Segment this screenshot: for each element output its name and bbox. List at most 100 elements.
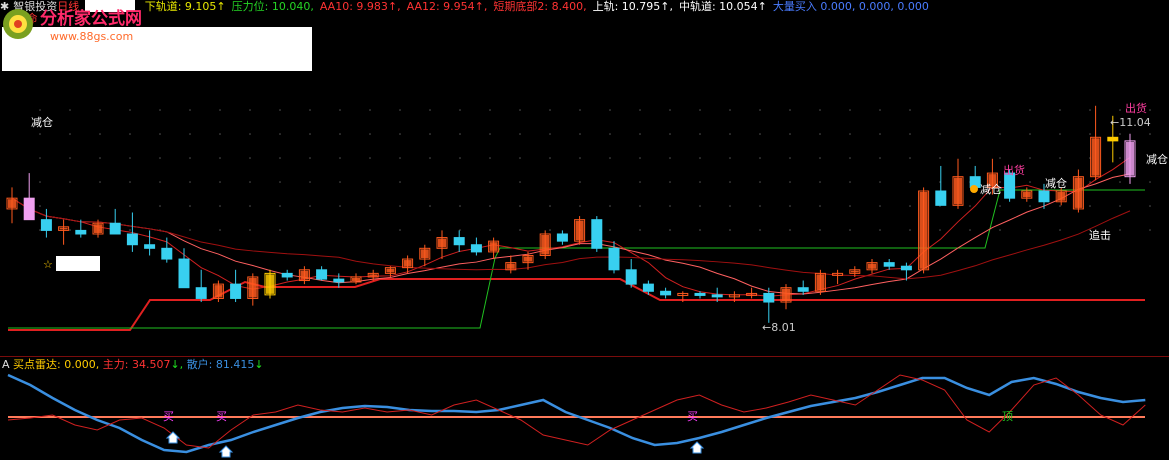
grid-dot xyxy=(489,181,491,183)
grid-dot xyxy=(489,229,491,231)
candle-body xyxy=(935,190,947,206)
grid-dot xyxy=(999,157,1001,159)
grid-dot xyxy=(909,157,911,159)
grid-dot xyxy=(729,133,731,135)
grid-dot xyxy=(879,181,881,183)
candle-fill xyxy=(352,277,360,281)
candle-body xyxy=(763,292,775,303)
grid-dot xyxy=(699,181,701,183)
grid-dot xyxy=(39,157,41,159)
candle-body xyxy=(333,278,345,283)
grid-dot xyxy=(969,109,971,111)
grid-dot xyxy=(579,205,581,207)
grid-dot xyxy=(609,205,611,207)
buy-point-icon xyxy=(218,445,234,458)
grid-dot xyxy=(1089,109,1091,111)
price-low-label: ←8.01 xyxy=(762,321,796,334)
candle-body xyxy=(144,244,156,249)
grid-dot xyxy=(909,133,911,135)
grid-dot xyxy=(429,133,431,135)
grid-dot xyxy=(399,181,401,183)
grid-dot xyxy=(39,205,41,207)
candle-body xyxy=(694,292,706,296)
grid-dot xyxy=(609,157,611,159)
grid-dot xyxy=(879,157,881,159)
grid-dot xyxy=(219,229,221,231)
candle-fill xyxy=(8,199,16,208)
grid-dot xyxy=(639,109,641,111)
candle-body xyxy=(711,294,723,298)
grid-dot xyxy=(789,229,791,231)
grid-dot xyxy=(399,157,401,159)
grid-dot xyxy=(849,205,851,207)
grid-dot xyxy=(339,181,341,183)
grid-dot xyxy=(759,205,761,207)
candle-body xyxy=(1107,136,1119,142)
grid-dot xyxy=(279,109,281,111)
grid-dot xyxy=(309,181,311,183)
grid-dot xyxy=(879,109,881,111)
reduce-left-label: 减仓 xyxy=(31,116,53,129)
grid-dot xyxy=(459,109,461,111)
grid-dot xyxy=(549,205,551,207)
grid-dot xyxy=(339,109,341,111)
candle-fill xyxy=(420,249,429,259)
grid-dot xyxy=(669,109,671,111)
grid-dot xyxy=(489,109,491,111)
candle-fill xyxy=(266,274,274,294)
grid-dot xyxy=(219,109,221,111)
grid-dot xyxy=(69,157,71,159)
grid-dot xyxy=(159,157,161,159)
grid-dot xyxy=(1149,181,1151,183)
grid-dot xyxy=(819,157,821,159)
grid-dot xyxy=(39,229,41,231)
candle-fill xyxy=(386,268,395,273)
grid-dot xyxy=(1059,109,1061,111)
grid-dot xyxy=(549,133,551,135)
candle-body xyxy=(453,237,465,246)
grid-dot xyxy=(189,157,191,159)
grid-dot xyxy=(369,181,371,183)
grid-dot xyxy=(669,157,671,159)
grid-dot xyxy=(399,133,401,135)
grid-dot xyxy=(399,205,401,207)
grid-dot xyxy=(999,109,1001,111)
candle-fill xyxy=(1074,177,1083,208)
grid-dot xyxy=(189,109,191,111)
grid-dot xyxy=(759,109,761,111)
grid-dot xyxy=(459,157,461,159)
grid-dot xyxy=(669,181,671,183)
candle-body xyxy=(75,229,87,235)
grid-dot xyxy=(129,181,131,183)
grid-dot xyxy=(1059,133,1061,135)
candlestick-chart[interactable] xyxy=(0,0,1169,460)
grid-dot xyxy=(249,181,251,183)
grid-dot xyxy=(849,229,851,231)
grid-dot xyxy=(1149,205,1151,207)
grid-dot xyxy=(489,205,491,207)
grid-dot xyxy=(1059,157,1061,159)
grid-dot xyxy=(1119,157,1121,159)
grid-dot xyxy=(1089,205,1091,207)
grid-dot xyxy=(189,229,191,231)
grid-dot xyxy=(189,181,191,183)
grid-dot xyxy=(879,205,881,207)
candle-fill xyxy=(524,256,532,262)
grid-dot xyxy=(219,205,221,207)
candle-fill xyxy=(782,288,790,302)
grid-dot xyxy=(369,157,371,159)
grid-dot xyxy=(69,181,71,183)
grid-dot xyxy=(789,157,791,159)
candle-fill xyxy=(94,224,102,233)
grid-dot xyxy=(939,109,941,111)
grid-dot xyxy=(729,157,731,159)
grid-dot xyxy=(219,181,221,183)
grid-dot xyxy=(999,205,1001,207)
grid-dot xyxy=(339,133,341,135)
grid-dot xyxy=(819,205,821,207)
candle-fill xyxy=(59,227,68,230)
candle-body xyxy=(625,269,637,285)
price-high-label: ←11.04 xyxy=(1110,116,1151,129)
candle-body xyxy=(126,233,138,246)
grid-dot xyxy=(339,157,341,159)
